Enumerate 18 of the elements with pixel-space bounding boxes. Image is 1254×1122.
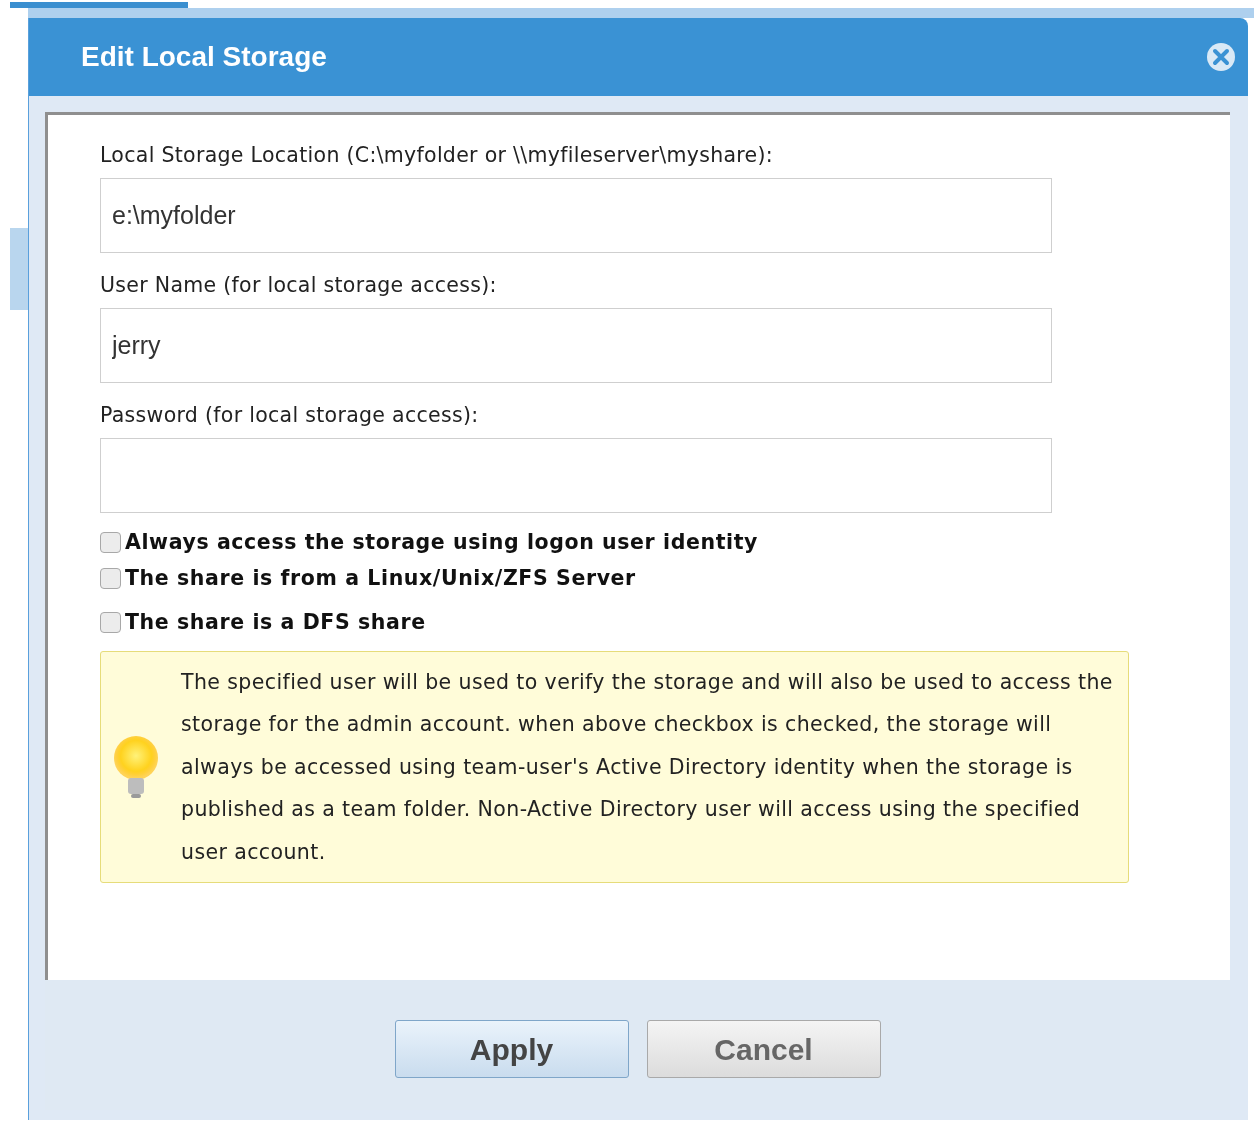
apply-button[interactable]: Apply	[394, 1020, 629, 1078]
checkbox-label: The share is a DFS share	[125, 609, 426, 636]
dialog-title: Edit Local Storage	[81, 40, 327, 74]
field-label: Local Storage Location (C:\myfolder or \\myfileserver\myshare):	[100, 143, 774, 167]
checkbox[interactable]	[100, 611, 121, 633]
checkbox[interactable]	[100, 567, 121, 589]
checkbox-label: Always access the storage using logon user identity	[125, 529, 759, 556]
checkbox[interactable]	[100, 531, 121, 553]
text-field[interactable]	[100, 438, 1052, 513]
info-text: The specified user will be used to verify the storage and will also be used to access the storage for the admin account. when above checkbox is checked, the storage will always be accessed using team-user's Active Directory identity when the storage is published as a team folder. Non-Active Directory user will access using the specified user account.	[181, 668, 1114, 866]
lightbulb-icon	[111, 734, 161, 800]
text-field[interactable]: jerry	[100, 308, 1052, 383]
cancel-button[interactable]: Cancel	[646, 1020, 881, 1078]
field-label: Password (for local storage access):	[100, 403, 480, 427]
field-label: User Name (for local storage access):	[100, 273, 498, 297]
close-icon[interactable]	[1206, 42, 1236, 72]
checkbox-label: The share is from a Linux/Unix/ZFS Server	[125, 565, 636, 592]
text-field[interactable]: e:\myfolder	[100, 178, 1052, 253]
